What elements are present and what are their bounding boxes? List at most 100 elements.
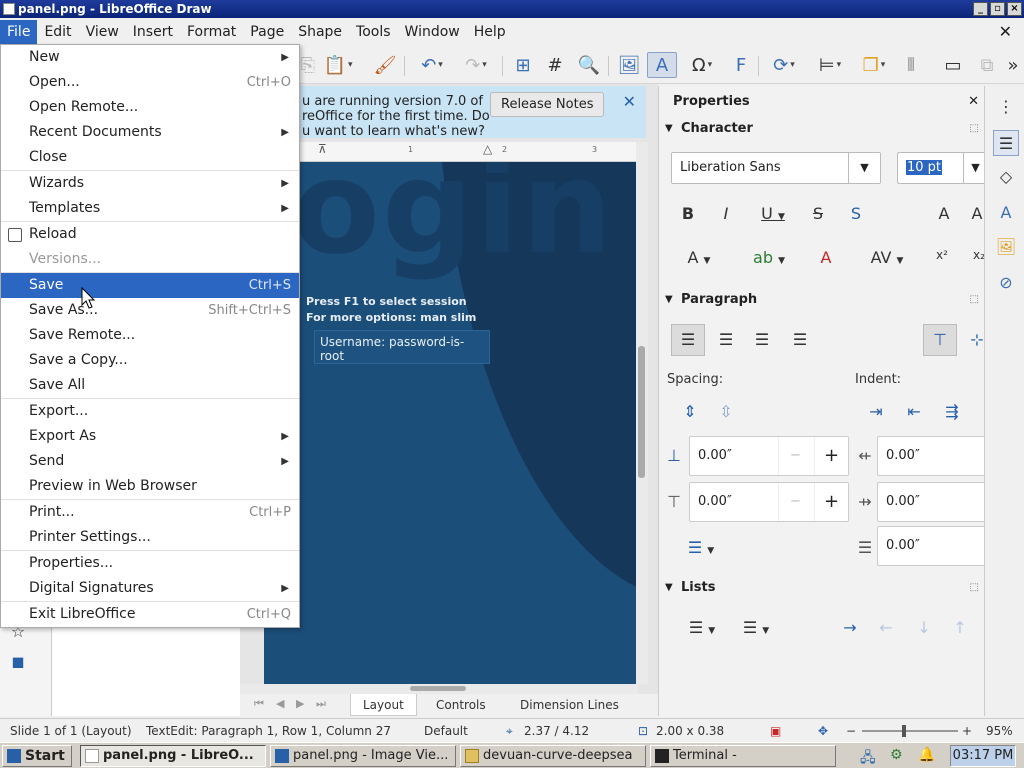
horizontal-scroll-thumb[interactable] [410, 686, 466, 691]
zoom-out-button[interactable]: − [846, 719, 856, 743]
align-middle-icon[interactable]: ⊹ [969, 330, 985, 349]
transformations-icon[interactable]: ⟳ ▾ [764, 52, 804, 78]
display-grid-icon[interactable]: ⊞ [510, 52, 536, 78]
zoom-in-button[interactable]: + [962, 719, 972, 743]
shapes-tab-icon[interactable]: ◇ [993, 164, 1019, 190]
close-document-icon[interactable]: ✕ [999, 22, 1012, 41]
special-character-icon[interactable]: Ω ▾ [682, 52, 722, 78]
menu-item-new[interactable]: New ▶ [1, 45, 299, 70]
more-options-icon[interactable]: ⬚ [970, 577, 979, 599]
menu-window[interactable]: Window [398, 20, 467, 44]
menu-item-export[interactable]: Export... [1, 399, 299, 424]
menu-item-properties[interactable]: Properties... [1, 551, 299, 576]
menu-item-save-as[interactable]: Save As... Shift+Ctrl+S [1, 298, 299, 323]
arrange-icon[interactable]: ❐ ▾ [854, 52, 894, 78]
editing-textbox[interactable]: Username: password-is-root [314, 330, 490, 364]
properties-tab-icon[interactable]: ☰ [993, 130, 1019, 156]
menu-item-open-remote[interactable]: Open Remote... [1, 95, 299, 120]
close-window-button[interactable]: × [1007, 2, 1022, 16]
shrink-font-icon[interactable]: A [969, 204, 985, 223]
promote-icon[interactable]: ← [875, 618, 897, 637]
menu-item-wizards[interactable]: Wizards ▶ [1, 171, 299, 196]
ruler-tab-marker-icon[interactable]: △ [483, 142, 492, 156]
navigator-tab-icon[interactable]: ⊘ [993, 270, 1019, 296]
menu-tools[interactable]: Tools [349, 20, 398, 44]
after-text-indent-field[interactable]: 0.00″ [877, 482, 987, 522]
insert-image-icon[interactable]: 🖼 [616, 52, 642, 78]
character-spacing-icon[interactable]: AV ▼ [865, 248, 909, 267]
underline-icon[interactable]: U ▼ [753, 204, 793, 223]
font-size-value[interactable]: 10 pt [906, 160, 943, 175]
ordered-list-icon[interactable]: ☰ ▼ [733, 618, 779, 637]
menu-item-save-a-copy[interactable]: Save a Copy... [1, 348, 299, 373]
menu-help[interactable]: Help [467, 20, 513, 44]
decrease-indent-icon[interactable]: ⇤ [903, 402, 925, 421]
tray-app-icon[interactable]: ⚙ [890, 747, 903, 763]
toolbar-overflow-icon[interactable]: » [1004, 52, 1022, 78]
font-name-combo[interactable]: Liberation Sans ▼ [671, 152, 881, 184]
hanging-indent-icon[interactable]: ⇶ [941, 402, 963, 421]
decrease-spacing-icon[interactable]: ⇳ [715, 402, 737, 421]
align-objects-icon[interactable]: ⊨ ▾ [810, 52, 850, 78]
chevron-down-icon[interactable]: ▼ [848, 153, 880, 183]
demote-icon[interactable]: → [839, 618, 861, 637]
zoom-icon[interactable]: 🔍 [576, 52, 602, 78]
decrement-button[interactable]: − [778, 483, 812, 521]
first-line-indent-field[interactable]: 0.00″ [877, 526, 987, 566]
above-paragraph-spacing-field[interactable]: 0.00″ − + [689, 436, 849, 476]
network-icon[interactable]: 🖧 [860, 747, 876, 768]
unordered-list-icon[interactable]: ☰ ▼ [679, 618, 725, 637]
last-tab-icon[interactable]: ⏭ [316, 697, 326, 711]
zoom-slider-handle[interactable] [902, 725, 906, 737]
zoom-value[interactable]: 95% [986, 719, 1013, 743]
increase-spacing-icon[interactable]: ⇕ [679, 402, 701, 421]
align-top-icon[interactable]: ⊤ [923, 324, 957, 356]
tab-controls[interactable]: Controls [424, 694, 498, 716]
crop-icon[interactable]: ⧉ [974, 52, 1000, 78]
vertical-scrollbar[interactable] [636, 142, 648, 684]
font-color-icon[interactable]: A ▼ [679, 248, 719, 267]
notification-bell-icon[interactable]: 🔔 [918, 747, 935, 763]
vertical-scroll-thumb[interactable] [638, 346, 645, 478]
move-up-icon[interactable]: ↑ [949, 618, 971, 637]
clone-formatting-icon[interactable]: 🖌 [372, 52, 398, 78]
horizontal-ruler[interactable]: ⊼ △ 1 2 3 [298, 142, 636, 162]
horizontal-scrollbar[interactable] [240, 684, 638, 694]
menu-item-recent-documents[interactable]: Recent Documents ▶ [1, 120, 299, 145]
shadow-icon[interactable]: ▭ [940, 52, 966, 78]
ruler-indent-marker-icon[interactable]: ⊼ [318, 142, 327, 156]
helplines-icon[interactable]: # [542, 52, 568, 78]
align-right-icon[interactable]: ☰ [751, 330, 773, 349]
menu-insert[interactable]: Insert [126, 20, 180, 44]
lists-section-header[interactable]: ▼ Lists ⬚ [659, 577, 985, 599]
redo-icon[interactable]: ↷ ▾ [456, 52, 496, 78]
sidebar-close-icon[interactable]: ✕ [968, 86, 979, 118]
italic-icon[interactable]: I [717, 204, 735, 223]
menu-file[interactable]: File [0, 20, 38, 44]
increment-button[interactable]: + [814, 437, 848, 475]
slide-canvas[interactable]: ogin Press F1 to select session For more… [264, 162, 636, 684]
below-spacing-value[interactable]: 0.00″ [698, 494, 732, 509]
before-indent-value[interactable]: 0.00″ [886, 448, 920, 463]
increase-indent-icon[interactable]: ⇥ [865, 402, 887, 421]
paragraph-section-header[interactable]: ▼ Paragraph ⬚ [659, 289, 985, 311]
menu-item-templates[interactable]: Templates ▶ [1, 196, 299, 221]
increment-button[interactable]: + [814, 483, 848, 521]
strikethrough-icon[interactable]: S [809, 204, 827, 223]
grow-font-icon[interactable]: A [933, 204, 955, 223]
menu-page[interactable]: Page [243, 20, 291, 44]
start-button[interactable]: Start [2, 745, 72, 767]
distribute-icon[interactable]: ⫴ [898, 52, 924, 78]
insert-textbox-icon[interactable]: A [647, 52, 677, 78]
minimize-button[interactable]: _ [973, 2, 988, 16]
styles-tab-icon[interactable]: A [993, 200, 1019, 226]
more-options-icon[interactable]: ⬚ [970, 118, 979, 140]
menu-item-send[interactable]: Send ▶ [1, 449, 299, 474]
menu-item-reload[interactable]: Reload [1, 222, 299, 247]
sidebar-menu-icon[interactable]: ⋮ [993, 94, 1019, 120]
after-indent-value[interactable]: 0.00″ [886, 494, 920, 509]
menu-item-save-all[interactable]: Save All [1, 373, 299, 398]
menu-item-save-remote[interactable]: Save Remote... [1, 323, 299, 348]
undo-icon[interactable]: ↶ ▾ [412, 52, 452, 78]
superscript-icon[interactable]: x² [933, 248, 951, 262]
